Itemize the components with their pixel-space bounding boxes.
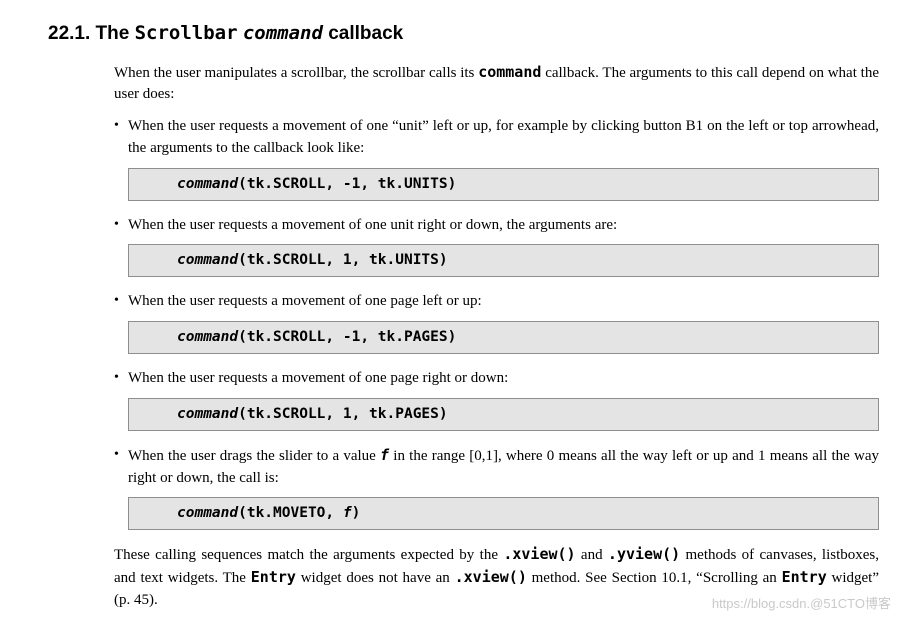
code-block: command(tk.SCROLL, 1, tk.PAGES)	[128, 398, 879, 431]
list-item: When the user drags the slider to a valu…	[114, 445, 879, 531]
list-item-text: When the user drags the slider to a valu…	[128, 445, 879, 490]
inline-code-entry: Entry	[251, 568, 296, 586]
list-item-text: When the user requests a movement of one…	[128, 291, 879, 313]
list-item: When the user requests a movement of one…	[114, 116, 879, 201]
code-block: command(tk.SCROLL, -1, tk.PAGES)	[128, 321, 879, 354]
heading-code-command: command	[243, 22, 323, 44]
inline-var-f: f	[380, 446, 389, 464]
section-number: 22.1.	[48, 23, 90, 44]
list-item-text: When the user requests a movement of one…	[128, 215, 879, 237]
inline-code-command: command	[478, 63, 541, 81]
code-block: command(tk.SCROLL, -1, tk.UNITS)	[128, 168, 879, 201]
inline-code-entry2: Entry	[782, 568, 827, 586]
inline-code-yview: .yview()	[608, 545, 680, 563]
heading-prefix: The	[96, 23, 135, 44]
section-heading: 22.1. The Scrollbar command callback	[48, 20, 879, 48]
list-item-text: When the user requests a movement of one…	[128, 116, 879, 160]
inline-code-xview: .xview()	[503, 545, 575, 563]
code-block: command(tk.SCROLL, 1, tk.UNITS)	[128, 244, 879, 277]
list-item: When the user requests a movement of one…	[114, 368, 879, 431]
heading-suffix: callback	[323, 23, 403, 44]
bullet-list: When the user requests a movement of one…	[114, 116, 879, 530]
intro-paragraph: When the user manipulates a scrollbar, t…	[114, 62, 879, 107]
section-body: When the user manipulates a scrollbar, t…	[48, 62, 879, 612]
code-block: command(tk.MOVETO, f)	[128, 497, 879, 530]
list-item: When the user requests a movement of one…	[114, 291, 879, 354]
list-item-text: When the user requests a movement of one…	[128, 368, 879, 390]
heading-code-scrollbar: Scrollbar	[135, 22, 238, 44]
inline-code-xview2: .xview()	[455, 568, 527, 586]
list-item: When the user requests a movement of one…	[114, 215, 879, 278]
closing-paragraph: These calling sequences match the argume…	[114, 544, 879, 611]
